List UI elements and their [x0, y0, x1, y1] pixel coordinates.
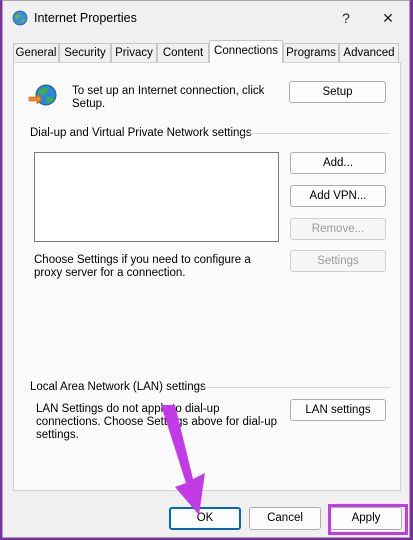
add-vpn-button[interactable]: Add VPN... — [290, 185, 386, 207]
tab-privacy[interactable]: Privacy — [111, 43, 157, 62]
connections-listbox[interactable] — [34, 152, 279, 242]
vpn-group-label: Dial-up and Virtual Private Network sett… — [30, 127, 252, 139]
window-title: Internet Properties — [34, 11, 137, 25]
tab-general[interactable]: General — [13, 43, 59, 62]
network-setup-icon — [28, 84, 57, 106]
tab-security[interactable]: Security — [59, 43, 111, 62]
apply-highlight-box — [328, 504, 408, 535]
lan-group-label: Local Area Network (LAN) settings — [30, 381, 206, 393]
tab-programs[interactable]: Programs — [283, 43, 339, 62]
help-button[interactable]: ? — [333, 7, 359, 29]
internet-properties-dialog: Internet Properties ? ✕ General Security… — [2, 0, 410, 538]
add-button[interactable]: Add... — [290, 152, 386, 174]
vpn-group-divider — [244, 133, 390, 134]
proxy-description: Choose Settings if you need to configure… — [34, 254, 251, 279]
arrow-pointer — [161, 405, 205, 515]
tab-content[interactable]: Content — [157, 43, 209, 62]
setup-description: To set up an Internet connection, click … — [72, 85, 265, 110]
lan-settings-button[interactable]: LAN settings — [290, 399, 386, 421]
cancel-button[interactable]: Cancel — [249, 507, 321, 530]
remove-button[interactable]: Remove... — [290, 218, 386, 240]
close-button[interactable]: ✕ — [375, 7, 401, 29]
lan-group-divider — [200, 387, 390, 388]
tab-connections[interactable]: Connections — [209, 40, 283, 63]
settings-button[interactable]: Settings — [290, 250, 386, 272]
setup-button[interactable]: Setup — [289, 81, 386, 103]
globe-icon — [12, 10, 28, 26]
title-bar: Internet Properties ? ✕ — [3, 1, 409, 37]
tab-advanced[interactable]: Advanced — [339, 43, 399, 62]
